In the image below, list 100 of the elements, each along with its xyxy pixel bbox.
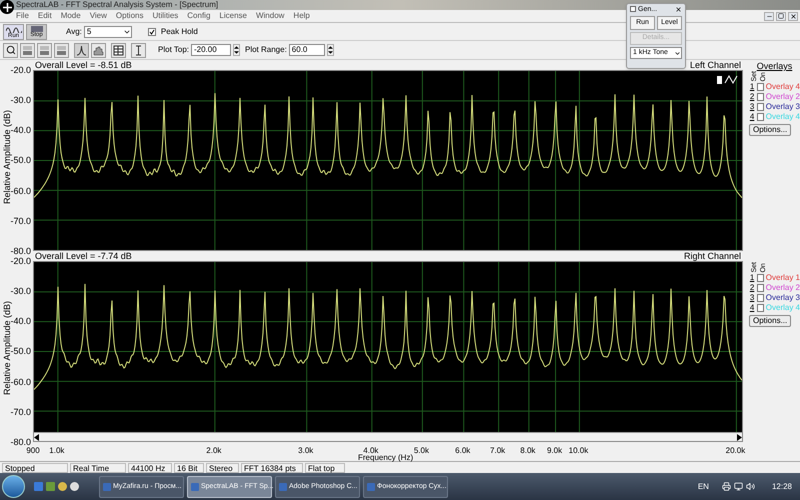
overlay-label: Overlay 3 — [766, 102, 800, 111]
options-button[interactable]: Options... — [749, 314, 792, 327]
options-button[interactable]: Options... — [749, 124, 792, 136]
marker-wave-icon[interactable] — [716, 74, 738, 86]
overlay-checkbox[interactable] — [757, 284, 764, 292]
channel-scale-icon[interactable] — [20, 42, 35, 58]
overlay-checkbox[interactable] — [757, 294, 764, 302]
overlay-checkbox[interactable] — [757, 112, 764, 121]
close-icon[interactable] — [788, 12, 798, 20]
menu-item[interactable]: File — [16, 12, 29, 20]
x-tick-label: 3.0k — [298, 447, 314, 455]
menu-item[interactable]: Config — [187, 12, 210, 20]
line-graph-icon[interactable] — [74, 42, 89, 58]
overlay-set-button[interactable]: 2 — [749, 92, 756, 101]
y-tick-label: -80.0 — [10, 436, 31, 447]
y-tick-label: -80.0 — [10, 246, 31, 256]
avg-dropdown[interactable]: 5 — [84, 26, 132, 38]
overlay-checkbox[interactable] — [757, 274, 764, 282]
x-axis-label: Frequency (Hz) — [358, 454, 414, 462]
window-title: SpectraLAB - FFT Spectral Analysis System - [Spectrum] — [16, 1, 218, 9]
scroll-right-icon[interactable] — [736, 434, 742, 440]
plot-range-field[interactable]: 60.0 — [288, 44, 325, 56]
overall-level-text: Overall Level = -8.51 dB — [35, 60, 132, 70]
status-field: Real Time — [70, 462, 126, 472]
clock[interactable]: 12:28 — [772, 480, 792, 492]
overlay-label: Overlay 1 — [766, 274, 800, 282]
overlay-set-button[interactable]: 1 — [749, 82, 756, 91]
app-icon — [191, 482, 199, 490]
y-axis-label: Relative Amplitude (dB) — [3, 110, 12, 204]
peak-hold-checkbox[interactable] — [148, 28, 156, 36]
y-tick-label: -40.0 — [10, 125, 31, 136]
menu-item[interactable]: Utilities — [152, 12, 178, 20]
overlay-set-button[interactable]: 3 — [749, 294, 756, 302]
x-tick-label: 7.0k — [490, 447, 506, 455]
menu-item[interactable]: Window — [256, 12, 284, 20]
channel-name: Right Channel — [684, 252, 741, 260]
y-tick-label: -60.0 — [10, 186, 31, 196]
menu-item[interactable]: Options — [116, 12, 144, 20]
plot-top-field[interactable]: -20.00 — [190, 44, 231, 56]
cursor-icon[interactable] — [131, 42, 146, 58]
y-tick-label: -50.0 — [10, 346, 31, 356]
wave-icon — [6, 24, 22, 32]
zoom-icon[interactable] — [3, 42, 18, 58]
y-tick-label: -30.0 — [10, 95, 31, 106]
x-tick-label: 20.0k — [726, 447, 746, 455]
x-tick-label: 1.0k — [49, 447, 64, 455]
restore-icon[interactable] — [776, 12, 786, 20]
y-tick-label: -50.0 — [10, 155, 31, 166]
overlay-checkbox[interactable] — [757, 102, 764, 111]
channel-scale-icon[interactable] — [37, 42, 52, 58]
overlay-label: Overlay 4 — [766, 304, 800, 312]
volume-icon[interactable] — [746, 482, 755, 491]
overlay-label: Overlay 2 — [766, 284, 800, 292]
x-tick-label: 10.0k — [568, 447, 588, 455]
y-tick-label: -40.0 — [10, 316, 31, 326]
overlay-set-button[interactable]: 1 — [749, 274, 756, 282]
language-indicator[interactable]: EN — [698, 480, 709, 492]
crosshair-icon — [0, 0, 14, 14]
x-tick-label: 4.0k — [363, 447, 378, 455]
overlay-checkbox[interactable] — [757, 82, 764, 91]
scroll-left-icon[interactable] — [34, 434, 40, 440]
status-field: Flat top — [305, 462, 345, 472]
scroll-bar[interactable] — [34, 432, 742, 441]
overlay-label: Overlay 3 — [766, 294, 800, 302]
y-tick-label: -20.0 — [10, 65, 31, 75]
panel-layout-icon[interactable] — [111, 42, 126, 58]
spinner-icon[interactable] — [232, 44, 240, 56]
minimize-icon[interactable] — [764, 12, 774, 20]
overlay-set-button[interactable]: 4 — [749, 304, 756, 312]
y-tick-label: -30.0 — [10, 286, 31, 296]
bar-graph-icon[interactable] — [91, 42, 106, 58]
printer-icon[interactable] — [722, 482, 731, 491]
app-icon — [367, 482, 375, 490]
overlay-set-button[interactable]: 3 — [749, 102, 756, 111]
network-icon[interactable] — [734, 482, 743, 491]
menu-item[interactable]: Edit — [38, 12, 52, 20]
overlay-set-button[interactable]: 2 — [749, 284, 756, 292]
y-tick-label: -60.0 — [10, 376, 31, 387]
menu-item[interactable]: Help — [293, 12, 310, 20]
spinner-icon[interactable] — [326, 44, 334, 56]
menu-item[interactable]: License — [219, 12, 247, 20]
x-tick-label: 2.0k — [206, 447, 222, 455]
status-field: FFT 16384 pts — [241, 462, 303, 472]
y-axis-label: Relative Amplitude (dB) — [3, 301, 12, 396]
peak-hold-label: Peak Hold — [160, 26, 198, 38]
app-icon — [630, 6, 636, 12]
plot-top-label: Plot Top: — [158, 44, 189, 56]
x-tick-label: 6.0k — [455, 447, 470, 455]
start-button[interactable] — [2, 475, 25, 498]
close-icon[interactable] — [675, 6, 682, 12]
overlay-label: Overlay 4 — [766, 82, 800, 91]
y-tick-label: -20.0 — [10, 256, 31, 266]
overlay-checkbox[interactable] — [757, 304, 764, 312]
status-field: Stereo — [206, 462, 239, 472]
menu-item[interactable]: View — [90, 12, 107, 20]
overlay-set-button[interactable]: 4 — [749, 112, 756, 121]
channel-scale-icon[interactable] — [54, 42, 69, 58]
overlay-checkbox[interactable] — [757, 92, 764, 101]
overlays-link[interactable]: Overlays — [756, 61, 792, 71]
menu-item[interactable]: Mode — [60, 12, 81, 20]
